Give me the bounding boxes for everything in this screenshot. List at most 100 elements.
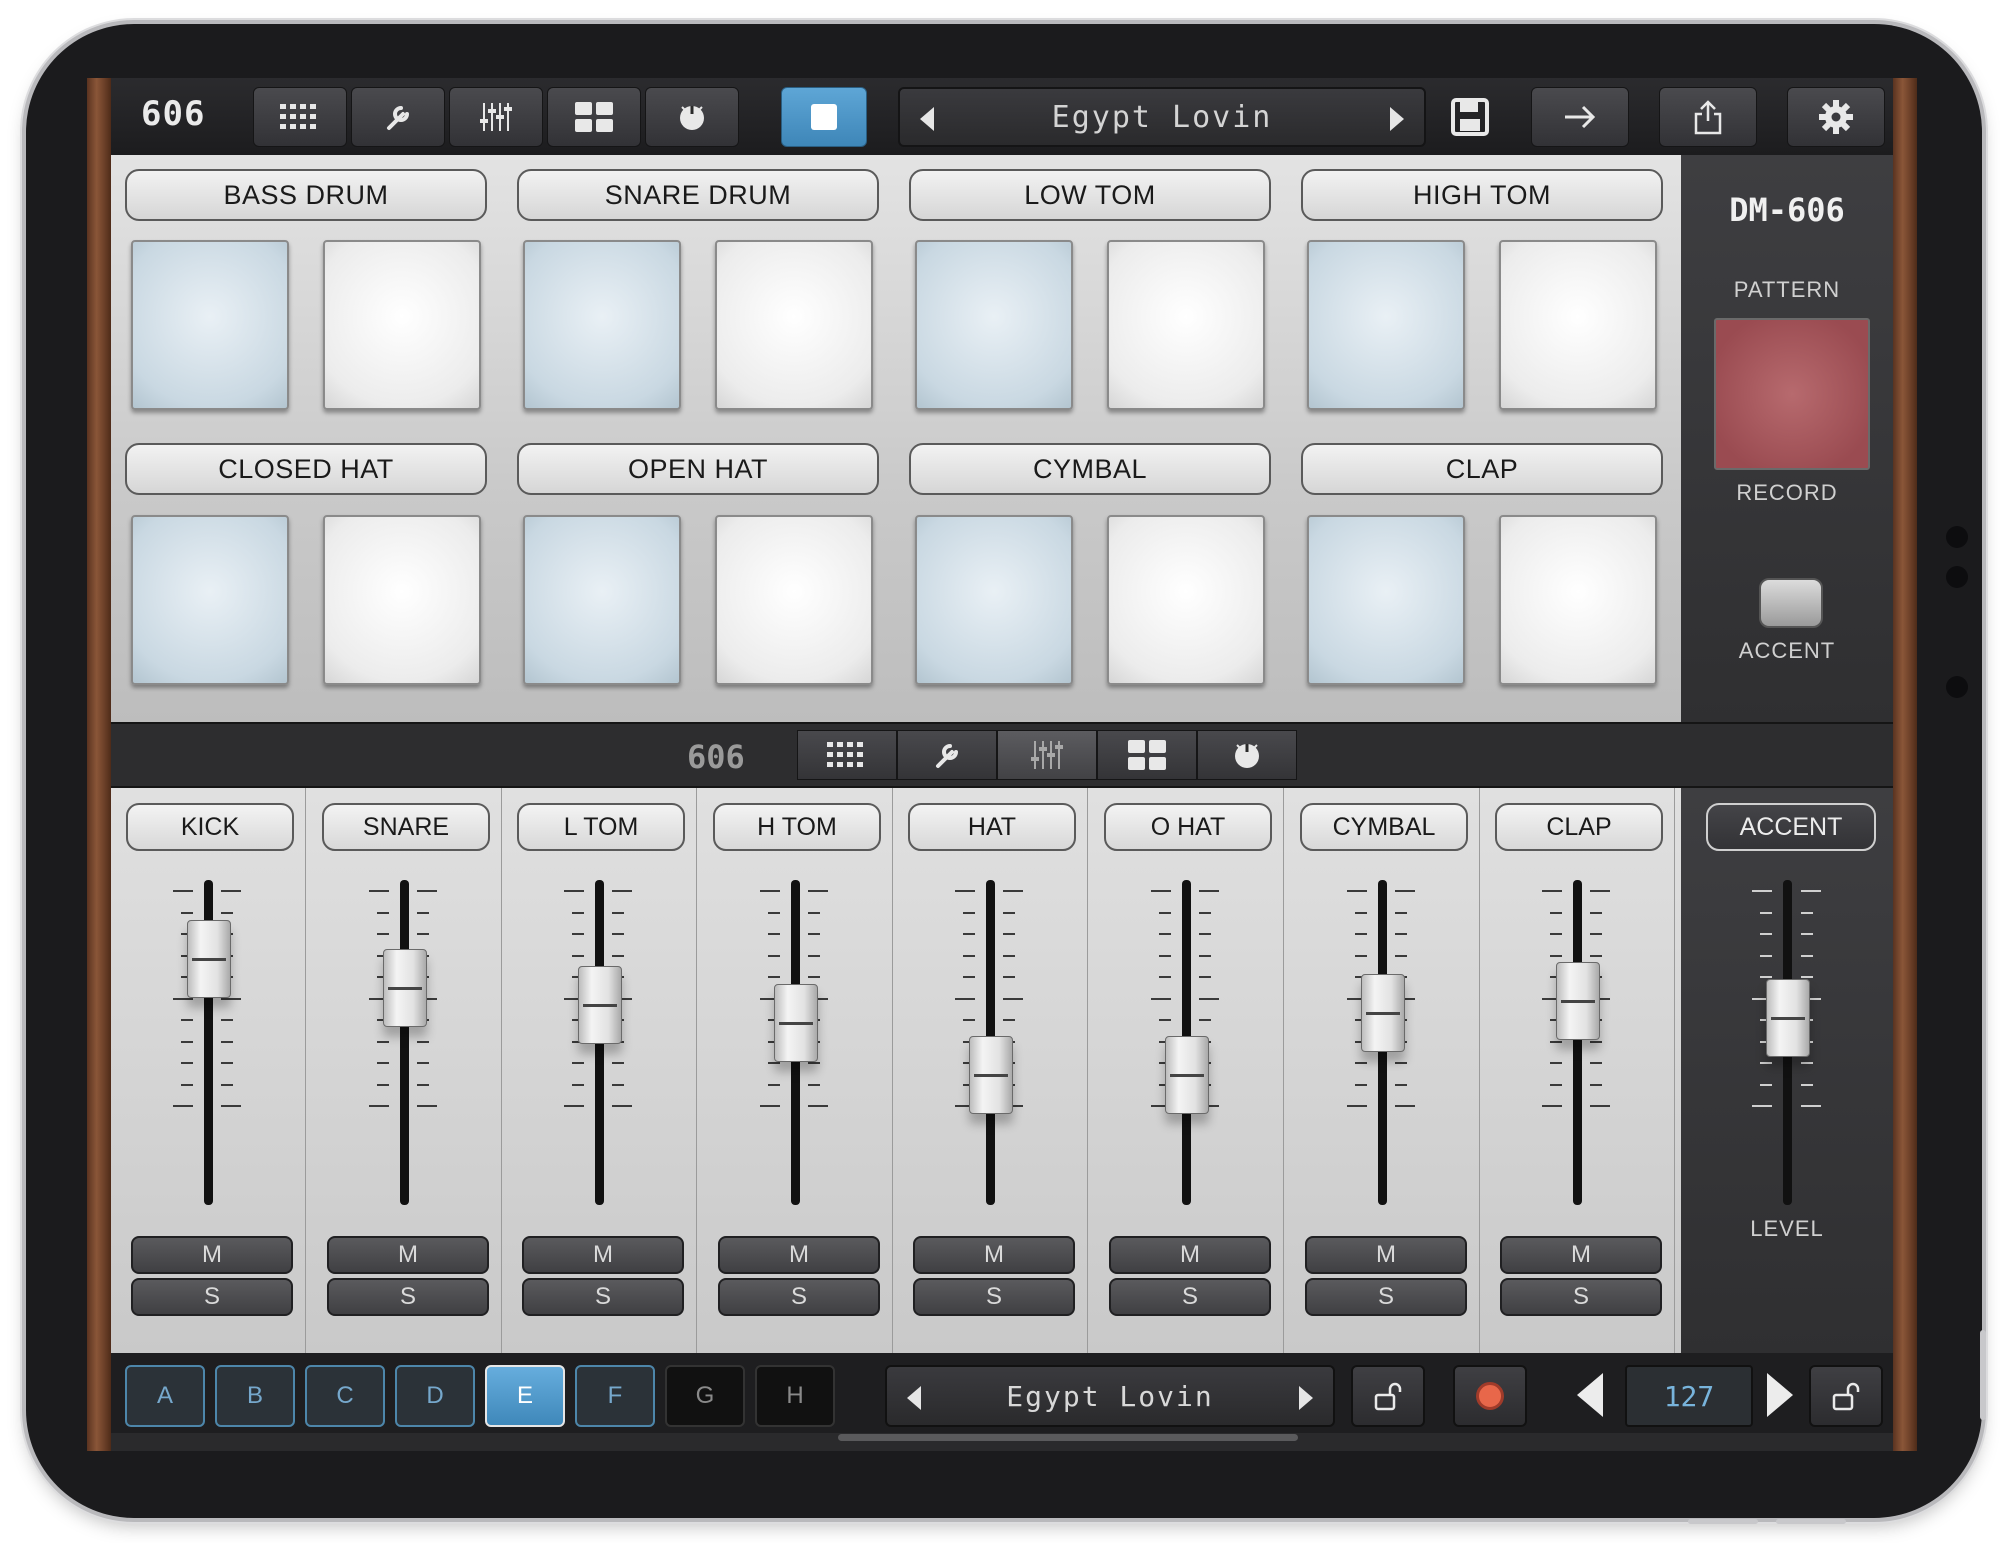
channel-label[interactable]: KICK — [126, 803, 294, 851]
accent-fader-knob[interactable] — [1766, 979, 1810, 1057]
bank-button-a[interactable]: A — [125, 1365, 205, 1427]
record-button[interactable] — [1453, 1365, 1527, 1427]
knob-tab[interactable] — [645, 87, 739, 147]
fader-knob[interactable] — [1361, 974, 1405, 1052]
accent-fader-tick — [1752, 1105, 1772, 1107]
channel-label[interactable]: CYMBAL — [1300, 803, 1468, 851]
mute-button[interactable]: M — [1109, 1236, 1271, 1274]
mixer-mixer-tab[interactable] — [997, 730, 1097, 780]
export-button[interactable] — [1531, 87, 1629, 147]
prev-pattern-arrow[interactable] — [920, 107, 934, 131]
record-pad[interactable] — [1714, 318, 1870, 470]
pad-cymbal-1[interactable] — [915, 515, 1073, 685]
solo-button[interactable]: S — [131, 1278, 293, 1316]
fader-knob[interactable] — [969, 1036, 1013, 1114]
pattern-selector[interactable]: Egypt Lovin — [898, 87, 1426, 147]
channel-label[interactable]: CLAP — [1495, 803, 1663, 851]
share-button[interactable] — [1659, 87, 1757, 147]
bank-button-b[interactable]: B — [215, 1365, 295, 1427]
fader-tick — [1355, 933, 1367, 935]
fader-knob[interactable] — [1165, 1036, 1209, 1114]
pad-clap-1[interactable] — [1307, 515, 1465, 685]
tempo-decrease-arrow[interactable] — [1577, 1373, 1603, 1417]
pad-low-tom-1[interactable] — [915, 240, 1073, 410]
pad-closed-hat-2[interactable] — [323, 515, 481, 685]
fader-tick — [808, 911, 820, 914]
solo-button[interactable]: S — [522, 1278, 684, 1316]
mixer-tab[interactable] — [449, 87, 543, 147]
channel-label[interactable]: H TOM — [713, 803, 881, 851]
prev-pattern-arrow[interactable] — [907, 1386, 921, 1410]
fader-knob[interactable] — [578, 966, 622, 1044]
bank-button-d[interactable]: D — [395, 1365, 475, 1427]
mixer-channel: SNARE M S — [307, 788, 502, 1353]
pad-low-tom-2[interactable] — [1107, 240, 1265, 410]
channel-label[interactable]: L TOM — [517, 803, 685, 851]
bottom-pattern-selector[interactable]: Egypt Lovin — [885, 1365, 1335, 1427]
pad-cymbal-2[interactable] — [1107, 515, 1265, 685]
mixer-pads-tab[interactable] — [1097, 730, 1197, 780]
pad-label-low-tom: LOW TOM — [909, 169, 1271, 221]
channel-label[interactable]: O HAT — [1104, 803, 1272, 851]
mixer-knob-tab[interactable] — [1197, 730, 1297, 780]
pad-bass-drum-1[interactable] — [131, 240, 289, 410]
fader-tick — [1003, 890, 1023, 892]
stop-button[interactable] — [781, 87, 867, 147]
pad-open-hat-2[interactable] — [715, 515, 873, 685]
fader-tick — [963, 954, 975, 957]
tempo-lock-button[interactable] — [1809, 1365, 1883, 1427]
sequencer-tab[interactable] — [253, 87, 347, 147]
fader-tick — [1347, 1105, 1367, 1107]
tempo-display[interactable]: 127 — [1625, 1365, 1753, 1427]
solo-button[interactable]: S — [718, 1278, 880, 1316]
pad-open-hat-1[interactable] — [523, 515, 681, 685]
fader-tick — [572, 911, 584, 914]
solo-button[interactable]: S — [1305, 1278, 1467, 1316]
pad-snare-drum-2[interactable] — [715, 240, 873, 410]
bank-button-f[interactable]: F — [575, 1365, 655, 1427]
mixer-sequencer-tab[interactable] — [797, 730, 897, 780]
fader-tick — [1199, 976, 1211, 978]
solo-button[interactable]: S — [1109, 1278, 1271, 1316]
settings-button[interactable] — [1787, 87, 1885, 147]
bank-button-c[interactable]: C — [305, 1365, 385, 1427]
accent-fader-tick — [1801, 933, 1813, 935]
edit-tab[interactable] — [351, 87, 445, 147]
fader-tick — [1159, 911, 1171, 914]
accent-button[interactable] — [1759, 578, 1823, 628]
tempo-increase-arrow[interactable] — [1767, 1373, 1793, 1417]
fader-knob[interactable] — [1556, 962, 1600, 1040]
mute-button[interactable]: M — [913, 1236, 1075, 1274]
pad-closed-hat-1[interactable] — [131, 515, 289, 685]
bank-button-g[interactable]: G — [665, 1365, 745, 1427]
channel-label[interactable]: SNARE — [322, 803, 490, 851]
solo-button[interactable]: S — [327, 1278, 489, 1316]
mute-button[interactable]: M — [718, 1236, 880, 1274]
mute-button[interactable]: M — [1305, 1236, 1467, 1274]
fader-tick — [221, 1062, 233, 1064]
pad-snare-drum-1[interactable] — [523, 240, 681, 410]
mixer-edit-tab[interactable] — [897, 730, 997, 780]
bank-button-e[interactable]: E — [485, 1365, 565, 1427]
pads-tab[interactable] — [547, 87, 641, 147]
fader-tick — [1550, 1040, 1562, 1043]
bank-button-h[interactable]: H — [755, 1365, 835, 1427]
pad-clap-2[interactable] — [1499, 515, 1657, 685]
solo-button[interactable]: S — [913, 1278, 1075, 1316]
mute-button[interactable]: M — [327, 1236, 489, 1274]
pad-high-tom-1[interactable] — [1307, 240, 1465, 410]
pattern-lock-button[interactable] — [1351, 1365, 1425, 1427]
mute-button[interactable]: M — [1500, 1236, 1662, 1274]
fader-knob[interactable] — [383, 949, 427, 1027]
save-button[interactable] — [1433, 87, 1507, 147]
mute-button[interactable]: M — [522, 1236, 684, 1274]
fader-knob[interactable] — [187, 920, 231, 998]
next-pattern-arrow[interactable] — [1299, 1386, 1313, 1410]
pad-high-tom-2[interactable] — [1499, 240, 1657, 410]
next-pattern-arrow[interactable] — [1390, 107, 1404, 131]
fader-knob[interactable] — [774, 984, 818, 1062]
channel-label[interactable]: HAT — [908, 803, 1076, 851]
solo-button[interactable]: S — [1500, 1278, 1662, 1316]
mute-button[interactable]: M — [131, 1236, 293, 1274]
pad-bass-drum-2[interactable] — [323, 240, 481, 410]
